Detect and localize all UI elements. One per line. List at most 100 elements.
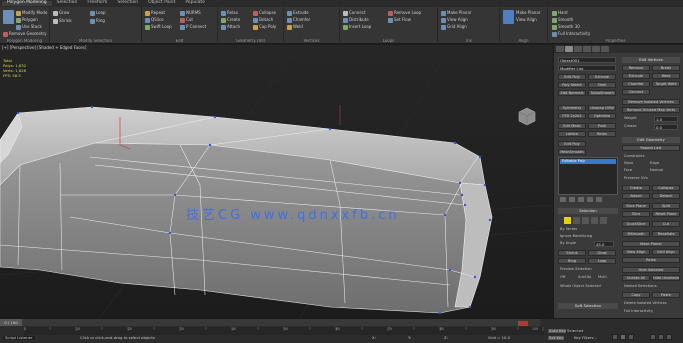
next-frame-icon[interactable] bbox=[628, 334, 634, 340]
configure-sets-icon[interactable] bbox=[596, 197, 602, 202]
ribbon-btn[interactable]: Cap Poly bbox=[253, 24, 276, 30]
motion-tab-icon[interactable] bbox=[583, 46, 591, 52]
ribbon-tab-object-paint[interactable]: Object Paint bbox=[143, 1, 180, 6]
ring-button[interactable]: Ring bbox=[558, 258, 586, 264]
cut-button[interactable]: Cut bbox=[652, 221, 680, 227]
ribbon-btn[interactable]: Shrink bbox=[53, 18, 72, 24]
copy-button[interactable]: Copy bbox=[622, 292, 650, 298]
checkbox-full-interactivity[interactable]: Full Interactivity bbox=[624, 309, 653, 314]
ribbon-tab-populate[interactable]: Populate bbox=[180, 1, 210, 6]
detach-button[interactable]: Detach bbox=[652, 193, 680, 199]
shrink-button[interactable]: Shrink bbox=[558, 250, 586, 256]
extrude-button[interactable]: Extrude bbox=[622, 73, 650, 79]
modifier-list-dropdown[interactable]: Modifier List bbox=[558, 65, 616, 71]
checkbox-preserve-uvs[interactable]: Preserve UVs bbox=[624, 176, 648, 181]
element-level-icon[interactable] bbox=[600, 217, 607, 224]
ribbon-btn[interactable]: Smooth bbox=[552, 17, 573, 23]
quickslice-button[interactable]: QuickSlice bbox=[622, 221, 650, 227]
ribbon-btn[interactable]: Distribute bbox=[343, 17, 369, 23]
ribbon-btn[interactable]: Remove Loop bbox=[388, 10, 421, 16]
modifier-button[interactable]: Push bbox=[588, 123, 616, 129]
time-config-icon[interactable] bbox=[518, 321, 528, 326]
checkbox-ignore-backfacing[interactable]: Ignore Backfacing bbox=[560, 234, 592, 239]
msmooth-button[interactable]: MSmooth bbox=[622, 231, 650, 237]
reset-plane-button[interactable]: Reset Plane bbox=[652, 211, 680, 217]
checkbox-by-angle[interactable]: By Angle bbox=[560, 241, 576, 246]
weld-button[interactable]: Weld bbox=[652, 73, 680, 79]
ribbon-btn[interactable]: Grow bbox=[53, 10, 69, 16]
ribbon-btn[interactable]: Make Planar bbox=[441, 10, 471, 16]
ribbon-btn[interactable]: Relax bbox=[221, 10, 238, 16]
remove-unused-button[interactable]: Remove Unused Map Verts bbox=[622, 107, 680, 113]
hide-unselected-button[interactable]: Hide Unselected bbox=[652, 275, 680, 281]
ribbon-btn[interactable]: Modify Mode bbox=[16, 10, 47, 16]
ribbon-btn[interactable]: Weld bbox=[287, 24, 303, 30]
hierarchy-tab-icon[interactable] bbox=[574, 46, 582, 52]
time-slider-track[interactable]: 0 / 100 bbox=[0, 319, 540, 326]
ribbon-btn[interactable]: Create bbox=[221, 17, 240, 23]
create-tab-icon[interactable] bbox=[556, 46, 564, 52]
ribbon-btn[interactable]: Smooth 30 bbox=[552, 24, 580, 30]
modifier-button[interactable]: TurboSmooth bbox=[588, 90, 616, 96]
perspective-viewport[interactable]: [+] [Perspective] [Shaded + Edged Faces]… bbox=[0, 45, 553, 318]
ribbon-tab-selection[interactable]: Selection bbox=[52, 1, 83, 6]
ribbon-tab-selection-2[interactable]: Selection bbox=[112, 1, 143, 6]
ribbon-btn[interactable]: Make Planar bbox=[516, 10, 540, 16]
ribbon-tab-freeform[interactable]: Freeform bbox=[82, 1, 112, 6]
align-icon[interactable] bbox=[503, 10, 514, 24]
ribbon-btn[interactable]: Loop bbox=[90, 10, 106, 16]
edit-geometry-rollout[interactable]: Edit Geometry bbox=[622, 137, 680, 143]
ribbon-btn[interactable]: Repeat bbox=[145, 10, 165, 16]
tessellate-button[interactable]: Tessellate bbox=[652, 231, 680, 237]
chamfer-button[interactable]: Chamfer bbox=[622, 81, 650, 87]
radio-off[interactable]: Off bbox=[560, 275, 565, 280]
modifier-button[interactable]: Unwrap UVW bbox=[588, 105, 616, 111]
ribbon-btn[interactable]: P Connect bbox=[180, 24, 206, 30]
ribbon-btn[interactable]: Full Interactivity bbox=[552, 31, 590, 37]
modifier-stack[interactable]: Editable Poly bbox=[558, 157, 618, 195]
radio-none[interactable]: None bbox=[624, 161, 633, 166]
remove-modifier-icon[interactable] bbox=[587, 197, 593, 202]
modifier-button[interactable]: Edit Poly bbox=[558, 74, 586, 80]
edit-vertices-rollout[interactable]: Edit Vertices bbox=[622, 57, 680, 63]
ribbon-btn[interactable]: Grid Align bbox=[441, 24, 467, 30]
polygon-level-icon[interactable] bbox=[591, 217, 598, 224]
ribbon-btn[interactable]: Use Stack bbox=[16, 24, 42, 30]
ribbon-btn[interactable]: Connect bbox=[343, 10, 366, 16]
viewcube-icon[interactable] bbox=[515, 105, 537, 127]
modify-tab-icon[interactable] bbox=[565, 46, 573, 52]
ribbon-btn[interactable]: Polygon bbox=[16, 17, 38, 23]
set-key-button[interactable]: Set Key bbox=[548, 336, 565, 340]
weight-field[interactable]: 1.0 bbox=[654, 116, 678, 122]
modifier-button[interactable]: MeshSmooth bbox=[558, 149, 586, 155]
modifier-button[interactable]: Edit Normals bbox=[558, 90, 586, 96]
vertex-level-icon[interactable] bbox=[564, 217, 571, 224]
viewport-label[interactable]: [+] [Perspective] [Shaded + Edged Faces] bbox=[2, 46, 86, 50]
repeat-last-button[interactable]: Repeat Last bbox=[622, 145, 680, 151]
view-align-button[interactable]: View Align bbox=[622, 249, 650, 255]
utilities-tab-icon[interactable] bbox=[601, 46, 609, 52]
edge-level-icon[interactable] bbox=[573, 217, 580, 224]
modifier-button[interactable]: FFD 2x2x2 bbox=[558, 113, 586, 119]
radio-face[interactable]: Face bbox=[624, 168, 632, 173]
checkbox-by-vertex[interactable]: By Vertex bbox=[560, 227, 577, 232]
ribbon-btn[interactable]: Cut bbox=[180, 17, 193, 23]
pin-stack-icon[interactable] bbox=[560, 197, 566, 202]
time-slider[interactable]: 0 / 100 bbox=[0, 319, 22, 326]
ribbon-btn[interactable]: Ring bbox=[90, 18, 105, 24]
remove-button[interactable]: Remove bbox=[622, 65, 650, 71]
show-end-result-icon[interactable] bbox=[569, 197, 575, 202]
modifier-button[interactable]: Poly Select bbox=[558, 82, 586, 88]
radio-normal[interactable]: Normal bbox=[650, 168, 663, 173]
modifier-button[interactable]: Shell bbox=[588, 82, 616, 88]
checkbox-delete-isolated[interactable]: Delete Isolated Vertices bbox=[624, 301, 667, 306]
ribbon-btn[interactable]: Swift Loop bbox=[145, 24, 172, 30]
ribbon-btn[interactable]: Collapse bbox=[253, 10, 276, 16]
collapse-button[interactable]: Collapse bbox=[652, 185, 680, 191]
crease-field[interactable]: 0.0 bbox=[654, 124, 678, 130]
key-filters-button[interactable]: Key Filters... bbox=[574, 336, 597, 340]
modifier-button[interactable]: Relax bbox=[588, 131, 616, 137]
remove-isolated-button[interactable]: Remove Isolated Vertices bbox=[622, 99, 680, 105]
attach-button[interactable]: Attach bbox=[622, 193, 650, 199]
radio-multi[interactable]: Multi bbox=[598, 275, 607, 280]
